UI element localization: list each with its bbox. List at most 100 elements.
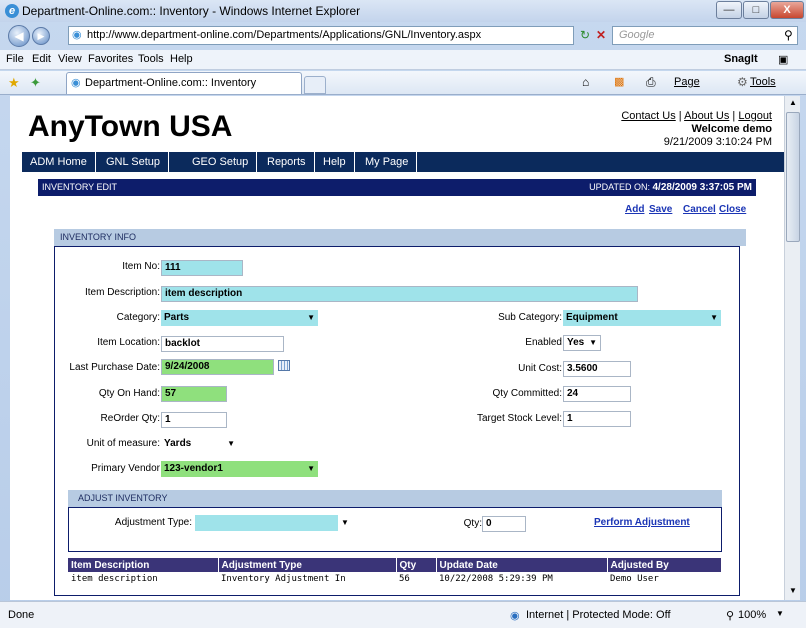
favorites-star-icon[interactable]: ★ [8,75,20,91]
table-row[interactable]: item description Inventory Adjustment In… [68,572,722,586]
gear-icon[interactable]: ⚙ [737,75,748,89]
menu-tools[interactable]: Tools [138,53,164,65]
chevron-down-icon[interactable]: ▼ [776,609,784,618]
nav-my-page[interactable]: My Page [357,152,418,172]
add-favorites-icon[interactable]: ✦ [30,75,41,91]
adjust-inventory-header: ADJUST INVENTORY [68,490,722,507]
adjustment-type-select[interactable]: ▼ [195,515,352,531]
qty-committed-label: Qty Committed: [492,388,562,399]
scroll-down-icon[interactable]: ▼ [789,586,797,595]
address-input[interactable]: ◉ http://www.department-online.com/Depar… [68,26,574,45]
tab-inventory[interactable]: ◉ Department-Online.com:: Inventory [66,72,302,94]
chevron-down-icon: ▼ [338,515,352,531]
title-bar: e Department-Online.com:: Inventory - Wi… [0,0,806,22]
close-window-button[interactable]: X [770,1,804,19]
about-us-link[interactable]: About Us [684,110,729,122]
primary-vendor-value: 123-vendor1 [164,463,223,474]
menu-help[interactable]: Help [170,53,193,65]
item-no-input[interactable]: 111 [161,260,243,276]
adjust-qty-input[interactable]: 0 [482,516,526,532]
inventory-edit-title: INVENTORY EDIT [42,182,118,192]
maximize-button[interactable]: □ [743,1,769,19]
snagit-capture-icon[interactable]: ▣ [778,53,788,66]
vertical-scrollbar[interactable]: ▲ ▼ [784,96,800,600]
primary-vendor-select[interactable]: 123-vendor1 ▼ [161,461,318,477]
ie-logo-icon: e [5,4,19,18]
menu-favorites[interactable]: Favorites [88,53,133,65]
category-select[interactable]: Parts ▼ [161,310,318,326]
category-label: Category: [116,312,160,323]
menu-edit[interactable]: Edit [32,53,51,65]
tab-title: Department-Online.com:: Inventory [85,77,257,89]
globe-icon: ◉ [510,610,520,622]
nav-help[interactable]: Help [315,152,355,172]
adjustment-history-table: Item Description Adjustment Type Qty Upd… [68,558,722,586]
home-icon[interactable]: ⌂ [582,75,589,89]
search-icon[interactable]: ⚲ [784,28,793,42]
primary-vendor-label: Primary Vendor [91,463,160,474]
calendar-icon[interactable] [278,360,290,371]
table-cell: item description [71,574,158,584]
back-button[interactable]: ◀ [8,25,30,47]
favorites-bar: ★ ✦ ◉ Department-Online.com:: Inventory … [0,71,806,95]
item-location-input[interactable]: backlot [161,336,284,352]
zoom-level[interactable]: 100% [738,609,766,621]
column-header: Qty [396,558,437,572]
enabled-value: Yes [567,337,585,348]
page-menu[interactable]: Page [674,76,700,88]
qty-committed-input[interactable]: 24 [563,386,631,402]
refresh-icon[interactable]: ↻ [580,28,590,42]
snagit-button[interactable]: SnagIt [724,53,758,65]
scrollbar-thumb[interactable] [786,112,800,242]
chevron-down-icon: ▼ [589,338,597,347]
menu-file[interactable]: File [6,53,24,65]
page-icon: ◉ [72,29,82,41]
item-description-input[interactable]: item description [161,286,638,302]
window-title: Department-Online.com:: Inventory - Wind… [22,4,361,18]
reorder-qty-label: ReOrder Qty: [100,413,160,424]
item-description-label: Item Description: [84,287,160,298]
nav-adm-home[interactable]: ADM Home [22,152,96,172]
qty-on-hand-label: Qty On Hand: [98,388,160,399]
target-stock-level-input[interactable]: 1 [563,411,631,427]
qty-on-hand-input[interactable]: 57 [161,386,227,402]
contact-us-link[interactable]: Contact Us [621,110,675,122]
print-icon[interactable]: ⎙ [646,75,656,90]
save-link[interactable]: Save [649,204,672,215]
unit-of-measure-select[interactable]: Yards ▼ [161,436,238,452]
close-link[interactable]: Close [719,204,746,215]
item-no-label: Item No: [122,261,160,272]
menu-view[interactable]: View [58,53,82,65]
adjust-inventory-panel [68,507,722,552]
reorder-qty-input[interactable]: 1 [161,412,227,428]
welcome-text: Welcome demo [691,123,773,135]
scroll-up-icon[interactable]: ▲ [789,98,797,107]
updated-on: UPDATED ON: 4/28/2009 3:37:05 PM [589,179,752,196]
stop-icon[interactable]: ✕ [596,28,606,42]
nav-geo-setup[interactable]: GEO Setup [184,152,258,172]
page-content: AnyTown USA Contact Us | About Us | Logo… [10,96,784,600]
main-nav: ADM Home GNL Setup GEO Setup Reports Hel… [22,152,784,172]
enabled-select[interactable]: Yes ▼ [563,335,601,351]
unit-cost-input[interactable]: 3.5600 [563,361,631,377]
search-input[interactable]: Google [612,26,798,45]
address-toolbar: ◀ ▶ ◉ http://www.department-online.com/D… [0,24,806,48]
sub-category-select[interactable]: Equipment ▼ [563,310,721,326]
chevron-down-icon: ▼ [307,313,315,322]
nav-gnl-setup[interactable]: GNL Setup [98,152,170,172]
feeds-icon[interactable]: ▩ [614,75,624,88]
add-link[interactable]: Add [625,204,644,215]
target-stock-level-label: Target Stock Level: [476,413,562,424]
tools-menu[interactable]: Tools [750,76,776,88]
new-tab-button[interactable] [304,76,326,94]
nav-reports[interactable]: Reports [259,152,315,172]
column-header: Adjustment Type [218,558,397,572]
perform-adjustment-link[interactable]: Perform Adjustment [594,517,690,528]
minimize-button[interactable]: — [716,1,742,19]
inventory-info-header: INVENTORY INFO [54,229,746,246]
chevron-down-icon: ▼ [710,313,718,322]
last-purchase-date-input[interactable]: 9/24/2008 [161,359,274,375]
cancel-link[interactable]: Cancel [683,204,716,215]
logout-link[interactable]: Logout [738,110,772,122]
forward-button[interactable]: ▶ [32,27,50,45]
